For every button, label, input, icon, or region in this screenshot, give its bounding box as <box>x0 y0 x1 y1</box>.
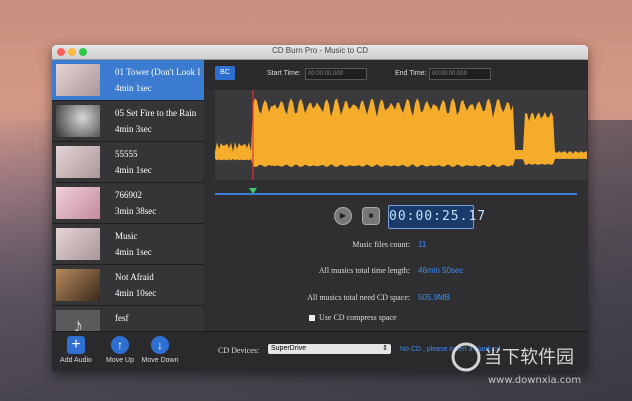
song-item[interactable]: 766902 3min 38sec <box>52 183 204 224</box>
waveform[interactable] <box>215 90 587 180</box>
space-label: All musics total need CD space: <box>307 293 410 302</box>
song-duration: 4min 10sec <box>115 288 157 298</box>
song-item[interactable]: 05 Set Fire to the Rain 4min 3sec <box>52 101 204 142</box>
play-button[interactable]: ▶ <box>334 207 352 225</box>
compress-checkbox[interactable] <box>309 315 315 322</box>
count-label: Music files count: <box>352 240 410 249</box>
cd-device-select[interactable]: SuperDrive <box>268 344 391 354</box>
time-display: 00:00:25.17 <box>388 205 485 229</box>
bc-button[interactable]: BC <box>215 66 235 80</box>
play-icon: ▶ <box>339 211 347 220</box>
song-duration: 4min 1sec <box>115 247 152 257</box>
app-window: CD Burn Pro - Music to CD 01 Tower (Don'… <box>52 45 588 371</box>
stop-icon: ■ <box>368 211 374 220</box>
add-audio-label: Add Audio <box>60 357 92 364</box>
song-item[interactable]: 01 Tower (Don't Look I 4min 1sec <box>52 60 204 101</box>
editor-panel: BC Start Time: 00:00:00.000 End Time: 00… <box>205 60 588 331</box>
time-range-bar: BC Start Time: 00:00:00.000 End Time: 00… <box>205 60 588 90</box>
song-name: 766902 <box>115 190 142 200</box>
move-down-label: Move Down <box>141 357 179 364</box>
add-audio-button[interactable]: + Add Audio <box>56 336 96 364</box>
song-list: 01 Tower (Don't Look I 4min 1sec 05 Set … <box>52 60 204 331</box>
song-duration: 4min 1sec <box>115 165 152 175</box>
music-note-icon: ♪ <box>56 310 100 331</box>
arrow-up-icon: ↑ <box>111 336 129 354</box>
album-art <box>56 146 100 178</box>
stop-button[interactable]: ■ <box>362 207 380 225</box>
song-item[interactable]: 55555 4min 1sec <box>52 142 204 183</box>
song-item[interactable]: ♪ fesf <box>52 306 204 331</box>
song-item[interactable]: Music 4min 1sec <box>52 224 204 265</box>
compress-label: Use CD compress space <box>319 313 397 322</box>
song-duration: 4min 1sec <box>115 83 152 93</box>
song-duration: 4min 3sec <box>115 124 152 134</box>
song-name: 55555 <box>115 149 138 159</box>
album-art <box>56 64 100 96</box>
arrow-down-icon: ↓ <box>151 336 169 354</box>
song-name: fesf <box>115 313 129 323</box>
song-name: Music <box>115 231 138 241</box>
watermark-logo: 当下软件园 www.downxia.com <box>451 342 581 386</box>
svg-text:当下软件园: 当下软件园 <box>484 347 574 368</box>
title-bar: CD Burn Pro - Music to CD <box>52 45 588 60</box>
window-title: CD Burn Pro - Music to CD <box>271 46 369 55</box>
move-up-button[interactable]: ↑ Move Up <box>100 336 140 364</box>
seek-handle[interactable] <box>249 188 257 194</box>
count-value: 11 <box>418 240 427 249</box>
song-duration: 3min 38sec <box>115 206 157 216</box>
cd-devices-label: CD Devices: <box>218 346 260 355</box>
space-value: 505.9MB <box>418 293 451 302</box>
album-art <box>56 187 100 219</box>
album-art <box>56 228 100 260</box>
move-down-button[interactable]: ↓ Move Down <box>140 336 180 364</box>
song-name: 05 Set Fire to the Rain <box>115 108 197 118</box>
length-value: 46min 50sec <box>418 266 464 275</box>
start-time-field[interactable]: 00:00:00.000 <box>305 68 367 80</box>
song-item[interactable]: Not Afraid 4min 10sec <box>52 265 204 306</box>
length-label: All musics total time length: <box>318 266 410 275</box>
plus-icon: + <box>67 336 85 354</box>
start-time-label: Start Time: <box>267 70 301 77</box>
move-up-label: Move Up <box>105 357 134 364</box>
album-art <box>56 105 100 137</box>
end-time-label: End Time: <box>395 70 427 77</box>
album-art <box>56 269 100 301</box>
song-name: 01 Tower (Don't Look I <box>115 67 201 77</box>
end-time-field[interactable]: 00:00:00.000 <box>429 68 491 80</box>
svg-text:www.downxia.com: www.downxia.com <box>488 375 581 386</box>
compress-option[interactable]: Use CD compress space <box>309 313 397 322</box>
seek-track[interactable] <box>215 193 577 195</box>
song-name: Not Afraid <box>115 272 154 282</box>
